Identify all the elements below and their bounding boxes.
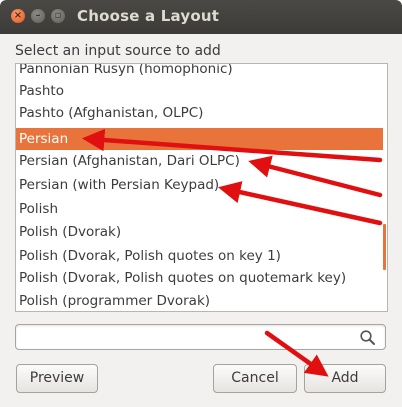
minimize-window-button[interactable]: – — [31, 9, 45, 23]
title-bar[interactable]: × – ▫ Choose a Layout — [0, 0, 402, 34]
input-source-list[interactable]: Pannonian Rusyn (homophonic) Pashto Pash… — [15, 63, 388, 312]
search-icon[interactable] — [359, 329, 377, 347]
minimize-icon: – — [35, 10, 41, 21]
add-button[interactable]: Add — [304, 364, 386, 393]
maximize-icon: ▫ — [54, 10, 62, 21]
maximize-window-button[interactable]: ▫ — [51, 9, 65, 23]
instruction-label: Select an input source to add — [15, 43, 221, 59]
cancel-button[interactable]: Cancel — [213, 364, 297, 393]
list-item[interactable]: Pashto — [16, 80, 383, 102]
preview-button[interactable]: Preview — [16, 364, 98, 393]
list-item[interactable]: Polish (Dvorak, Polish quotes on quotema… — [16, 267, 383, 289]
list-item[interactable]: Polish (programmer Dvorak) — [16, 290, 383, 311]
list-item[interactable]: Pannonian Rusyn (homophonic) — [16, 64, 383, 80]
list-item[interactable]: Persian (with Persian Keypad) — [16, 174, 383, 196]
search-input[interactable] — [15, 324, 386, 350]
close-window-button[interactable]: × — [11, 9, 25, 23]
list-item[interactable]: Polish (Dvorak) — [16, 221, 383, 243]
list-scrollbar[interactable] — [383, 224, 386, 270]
close-icon: × — [13, 10, 23, 21]
window-title: Choose a Layout — [77, 7, 220, 25]
list-item[interactable]: Persian (Afghanistan, Dari OLPC) — [16, 150, 383, 172]
list-item[interactable]: Polish (Dvorak, Polish quotes on key 1) — [16, 245, 383, 267]
list-item-selected[interactable]: Persian — [16, 128, 383, 150]
choose-layout-dialog: × – ▫ Choose a Layout Select an input so… — [0, 0, 402, 407]
list-item[interactable]: Polish — [16, 198, 383, 220]
list-item[interactable]: Pashto (Afghanistan, OLPC) — [16, 102, 383, 124]
